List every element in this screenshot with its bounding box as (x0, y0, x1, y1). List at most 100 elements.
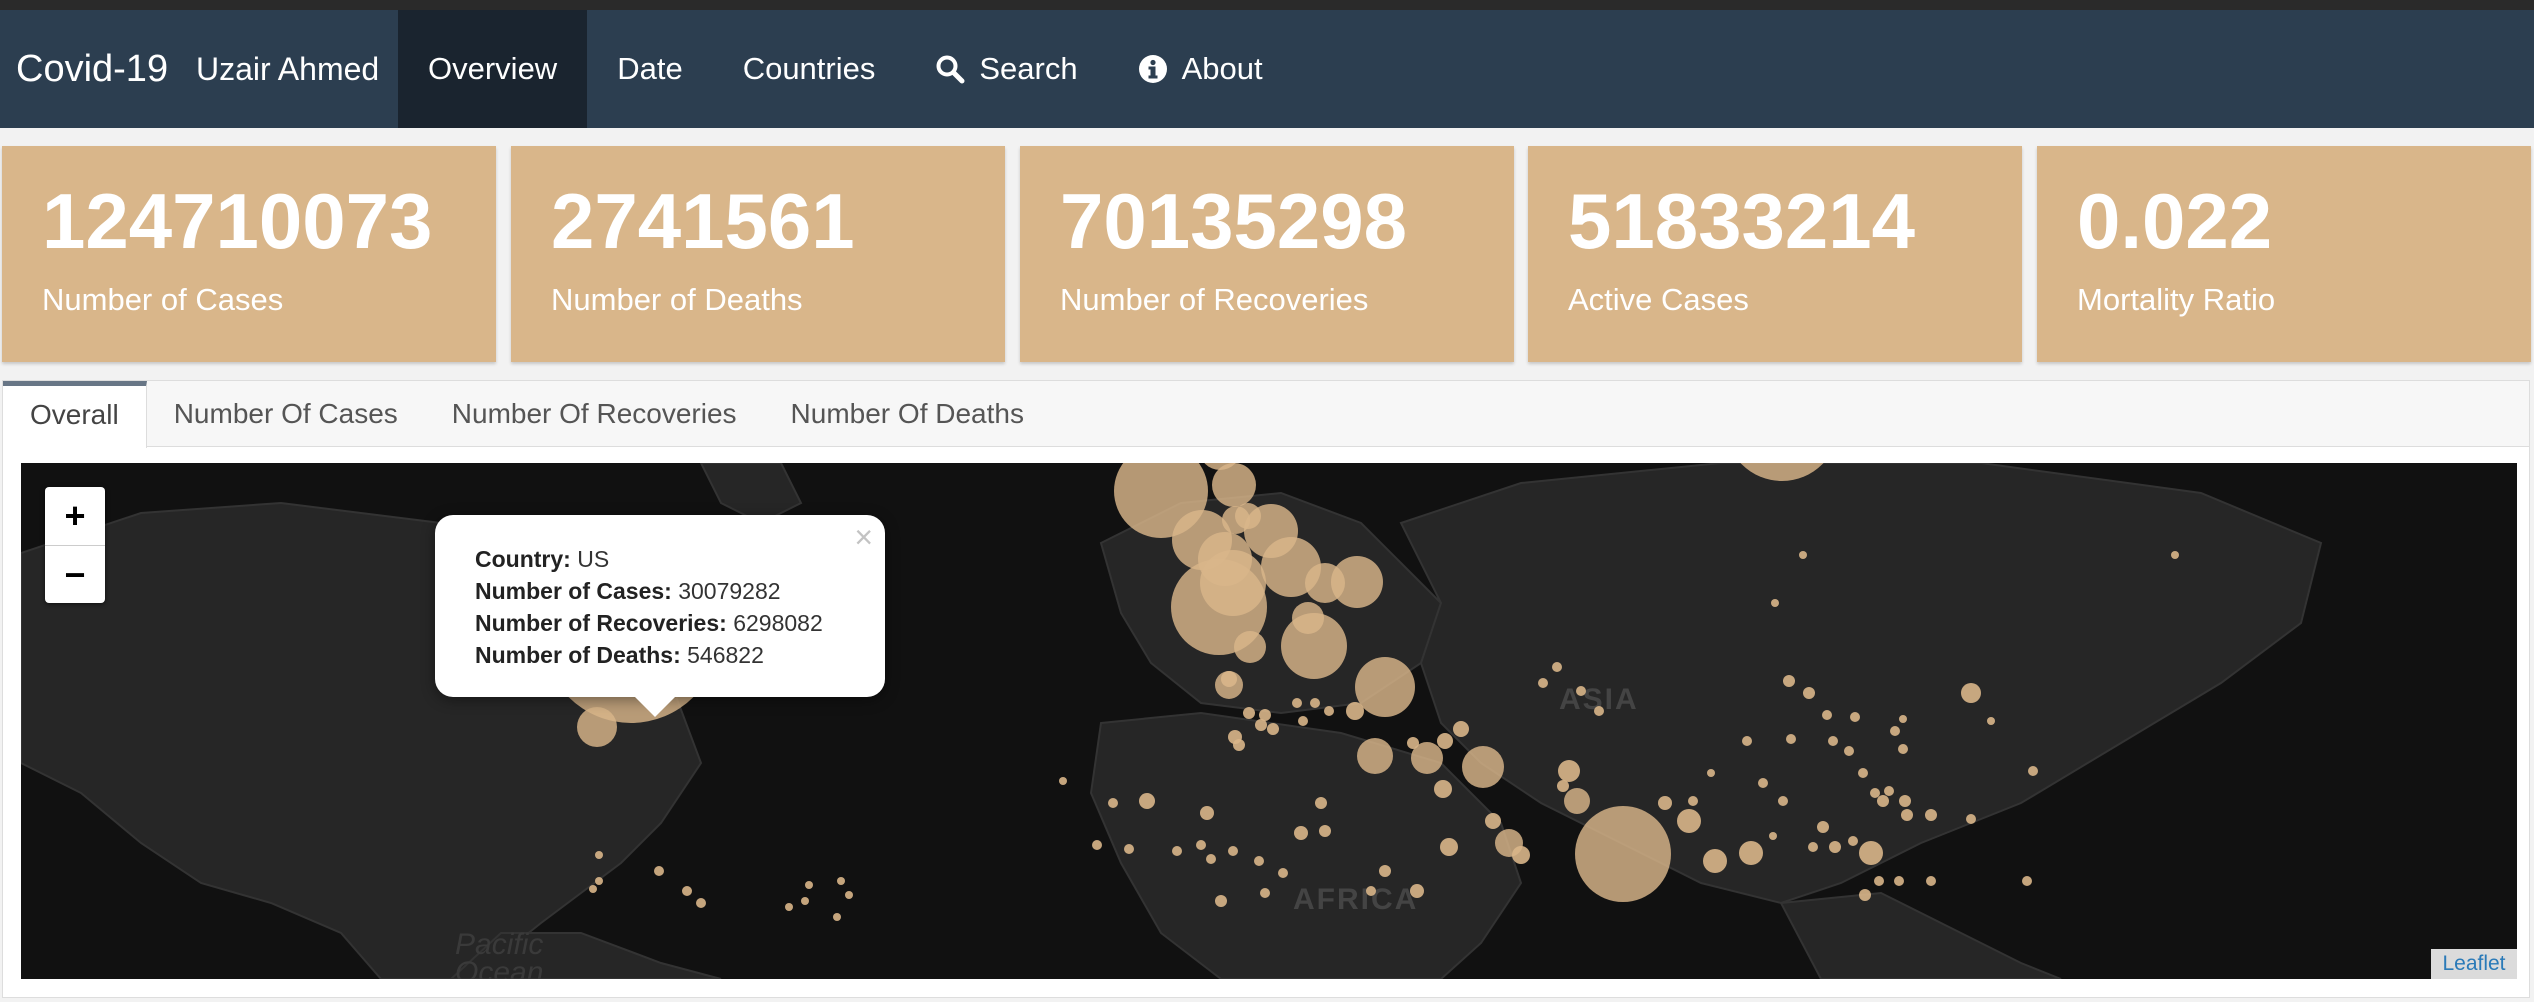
country-marker[interactable] (1234, 631, 1266, 663)
country-marker[interactable] (1890, 726, 1900, 736)
country-marker[interactable] (1298, 716, 1308, 726)
country-marker[interactable] (1739, 841, 1763, 865)
country-marker[interactable] (1331, 556, 1383, 608)
country-marker[interactable] (1212, 463, 1256, 507)
country-marker[interactable] (1462, 746, 1504, 788)
country-marker[interactable] (1778, 796, 1788, 806)
country-marker[interactable] (1281, 613, 1347, 679)
country-marker[interactable] (1564, 788, 1590, 814)
country-marker[interactable] (1707, 769, 1715, 777)
country-marker[interactable] (1822, 710, 1832, 720)
country-marker[interactable] (1859, 841, 1883, 865)
country-marker[interactable] (1267, 723, 1279, 735)
country-marker[interactable] (595, 877, 603, 885)
nav-search[interactable]: Search (905, 10, 1107, 128)
country-marker[interactable] (682, 886, 692, 896)
country-marker[interactable] (2171, 551, 2179, 559)
country-marker[interactable] (1355, 657, 1415, 717)
country-marker[interactable] (1658, 796, 1672, 810)
country-marker[interactable] (1215, 895, 1227, 907)
country-marker[interactable] (1850, 712, 1860, 722)
country-marker[interactable] (1260, 888, 1270, 898)
country-marker[interactable] (1848, 836, 1858, 846)
country-marker[interactable] (1769, 832, 1777, 840)
country-marker[interactable] (1703, 849, 1727, 873)
country-marker[interactable] (595, 851, 603, 859)
country-marker[interactable] (1898, 744, 1908, 754)
country-marker[interactable] (1228, 846, 1238, 856)
country-marker[interactable] (1677, 809, 1701, 833)
country-marker[interactable] (1315, 797, 1327, 809)
country-marker[interactable] (1786, 734, 1796, 744)
country-marker[interactable] (696, 898, 706, 908)
nav-date[interactable]: Date (587, 10, 712, 128)
tab-overall[interactable]: Overall (3, 381, 147, 448)
country-marker[interactable] (1758, 778, 1768, 788)
country-marker[interactable] (1410, 884, 1424, 898)
country-marker[interactable] (1206, 854, 1216, 864)
country-marker[interactable] (1538, 678, 1548, 688)
country-marker[interactable] (1899, 715, 1907, 723)
country-marker[interactable] (1124, 844, 1134, 854)
country-marker[interactable] (837, 877, 845, 885)
country-marker[interactable] (1255, 719, 1267, 731)
country-marker[interactable] (1215, 671, 1243, 699)
country-marker[interactable] (1894, 876, 1904, 886)
app-brand[interactable]: Covid-19 (0, 48, 196, 91)
country-marker[interactable] (1783, 675, 1795, 687)
country-marker[interactable] (1725, 463, 1839, 481)
country-marker[interactable] (1817, 821, 1829, 833)
country-marker[interactable] (1576, 686, 1586, 696)
country-marker[interactable] (654, 866, 664, 876)
country-marker[interactable] (1771, 599, 1779, 607)
nav-about[interactable]: About (1108, 10, 1293, 128)
country-marker[interactable] (1346, 702, 1364, 720)
country-marker[interactable] (1092, 840, 1102, 850)
country-marker[interactable] (1874, 876, 1884, 886)
country-marker[interactable] (1966, 814, 1976, 824)
country-marker[interactable] (1858, 768, 1868, 778)
country-marker[interactable] (1899, 795, 1911, 807)
country-markers[interactable] (21, 463, 2517, 979)
tab-number-of-cases[interactable]: Number Of Cases (147, 381, 425, 447)
country-marker[interactable] (1139, 793, 1155, 809)
country-marker[interactable] (1987, 717, 1995, 725)
country-marker[interactable] (1575, 806, 1671, 902)
country-marker[interactable] (1172, 846, 1182, 856)
country-marker[interactable] (833, 913, 841, 921)
country-marker[interactable] (805, 881, 813, 889)
country-marker[interactable] (1688, 796, 1698, 806)
country-marker[interactable] (1437, 733, 1453, 749)
world-map[interactable]: ASIA AFRICA Pacific Ocean + − × Country:… (21, 463, 2517, 979)
tab-number-of-deaths[interactable]: Number Of Deaths (764, 381, 1051, 447)
zoom-in-button[interactable]: + (45, 487, 105, 545)
country-marker[interactable] (1870, 788, 1880, 798)
country-marker[interactable] (1324, 706, 1334, 716)
country-marker[interactable] (1552, 662, 1562, 672)
country-marker[interactable] (1803, 687, 1815, 699)
country-marker[interactable] (785, 903, 793, 911)
country-marker[interactable] (1558, 760, 1580, 782)
country-marker[interactable] (589, 885, 597, 893)
country-marker[interactable] (1828, 736, 1838, 746)
country-marker[interactable] (1292, 698, 1302, 708)
popup-close-button[interactable]: × (854, 519, 873, 556)
country-marker[interactable] (1196, 840, 1206, 850)
leaflet-attribution-link[interactable]: Leaflet (2431, 949, 2517, 979)
country-marker[interactable] (801, 897, 809, 905)
country-marker[interactable] (1357, 738, 1393, 774)
country-marker[interactable] (1319, 825, 1331, 837)
country-marker[interactable] (1742, 736, 1752, 746)
country-marker[interactable] (1200, 550, 1266, 616)
country-marker[interactable] (1278, 868, 1288, 878)
country-marker[interactable] (1440, 838, 1458, 856)
country-marker[interactable] (1254, 856, 1264, 866)
country-marker[interactable] (1434, 780, 1452, 798)
country-marker[interactable] (1366, 886, 1376, 896)
country-marker[interactable] (1557, 780, 1569, 792)
country-marker[interactable] (1808, 842, 1818, 852)
country-marker[interactable] (1485, 813, 1501, 829)
country-marker[interactable] (1925, 809, 1937, 821)
nav-countries[interactable]: Countries (713, 10, 906, 128)
country-marker[interactable] (1407, 737, 1419, 749)
